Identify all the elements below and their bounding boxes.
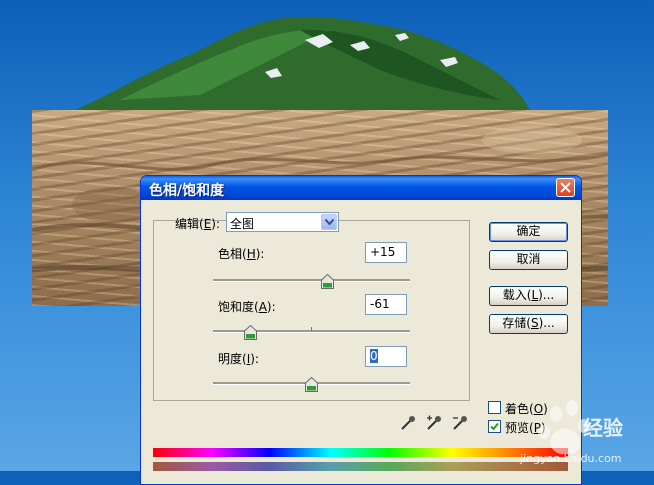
saturation-center-tick (311, 327, 312, 331)
preview-checkbox[interactable] (488, 420, 501, 433)
hue-saturation-dialog: 色相/饱和度 编辑(E): 全图 色相(H): +15 饱和度(A): -61 … (140, 175, 582, 485)
close-icon (560, 182, 571, 193)
ok-button[interactable]: 确定 (489, 222, 568, 242)
eyedropper-icon[interactable] (399, 414, 417, 432)
result-color-bar (153, 462, 568, 471)
hue-slider-track[interactable] (213, 279, 410, 282)
hue-input[interactable]: +15 (365, 242, 407, 263)
checkmark-icon (490, 422, 499, 431)
watermark-url: jingyan.baidu.com (520, 452, 622, 465)
load-button[interactable]: 载入(L)... (489, 286, 568, 306)
source-color-bar (153, 448, 568, 457)
edit-dropdown-value: 全图 (230, 217, 255, 231)
watermark-brand: 经验 (583, 416, 623, 440)
colorize-checkbox[interactable] (488, 401, 501, 414)
dialog-title: 色相/饱和度 (149, 183, 225, 199)
save-button[interactable]: 存储(S)... (489, 314, 568, 334)
adjustment-group (153, 220, 470, 401)
hue-slider-thumb[interactable] (321, 274, 334, 289)
edit-label: 编辑(E): (175, 217, 221, 231)
lightness-label: 明度(I): (218, 352, 259, 366)
eyedropper-minus-icon[interactable] (451, 414, 469, 432)
lightness-input[interactable]: 0 (365, 346, 407, 367)
edit-dropdown[interactable]: 全图 (226, 212, 339, 232)
saturation-slider-thumb[interactable] (244, 325, 257, 340)
chevron-down-icon (325, 219, 334, 225)
dropdown-arrow-button[interactable] (321, 214, 337, 230)
title-bar[interactable]: 色相/饱和度 (141, 176, 581, 200)
cancel-button[interactable]: 取消 (489, 250, 568, 270)
lightness-slider-thumb[interactable] (305, 377, 318, 392)
eyedropper-plus-icon[interactable] (425, 414, 443, 432)
lightness-input-selected-text: 0 (370, 349, 378, 363)
saturation-input[interactable]: -61 (365, 294, 407, 315)
close-button[interactable] (556, 178, 575, 197)
saturation-label: 饱和度(A): (218, 300, 276, 314)
hue-label: 色相(H): (218, 247, 265, 261)
